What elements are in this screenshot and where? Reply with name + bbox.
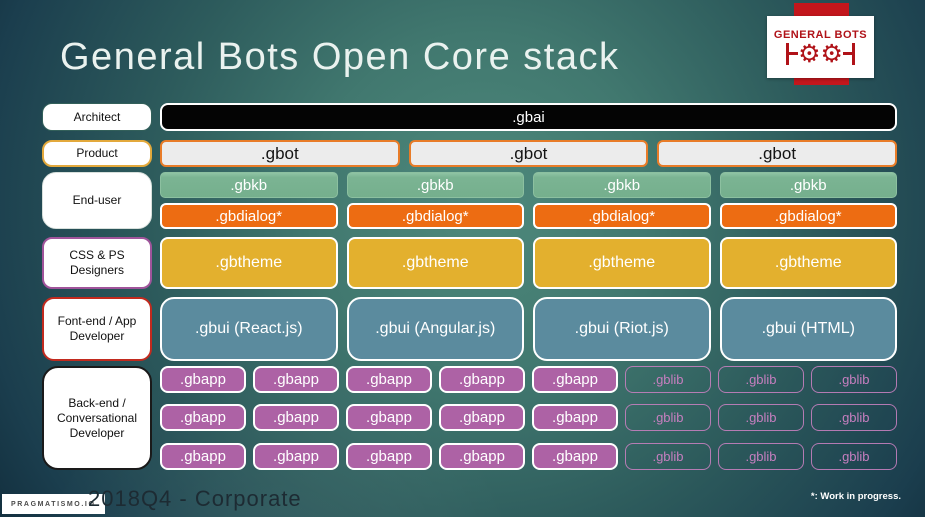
box-gbot: .gbot bbox=[408, 140, 649, 167]
box-gbapp: .gbapp bbox=[253, 404, 339, 431]
logo-line-left bbox=[789, 52, 799, 55]
row-architect: Architect .gbai bbox=[42, 103, 897, 131]
box-gblib: .gblib bbox=[811, 366, 897, 393]
row-product: Product .gbot .gbot .gbot bbox=[42, 140, 897, 167]
pragmatismo-wordmark: PRAGMATISMO.IO bbox=[11, 500, 96, 508]
box-gbot: .gbot bbox=[160, 140, 400, 167]
gear-icon: ⚙ bbox=[798, 39, 821, 68]
label-architect: Architect bbox=[42, 103, 152, 131]
box-gbdialog: .gbdialog* bbox=[160, 203, 338, 229]
box-gbapp: .gbapp bbox=[346, 404, 432, 431]
box-gbtheme: .gbtheme bbox=[160, 237, 338, 289]
label-end-user: End-user bbox=[42, 172, 152, 229]
row-backend: Back-end / Conversational Developer .gba… bbox=[42, 366, 897, 470]
box-gbdialog: .gbdialog* bbox=[533, 203, 711, 229]
box-gbapp: .gbapp bbox=[346, 443, 432, 470]
page-title: General Bots Open Core stack bbox=[60, 36, 620, 78]
box-gbapp: .gbapp bbox=[160, 404, 246, 431]
box-gbapp: .gbapp bbox=[160, 443, 246, 470]
box-gbapp: .gbapp bbox=[439, 404, 525, 431]
box-gbai: .gbai bbox=[160, 103, 897, 131]
box-gbapp: .gbapp bbox=[253, 366, 339, 393]
box-gblib: .gblib bbox=[811, 404, 897, 431]
stack-diagram: Architect .gbai Product .gbot .gbot .gbo… bbox=[42, 103, 897, 470]
box-gblib: .gblib bbox=[625, 404, 711, 431]
box-gblib: .gblib bbox=[811, 443, 897, 470]
box-gbui-angular: .gbui (Angular.js) bbox=[346, 297, 524, 361]
gear-icon: ⚙ bbox=[820, 39, 843, 68]
box-gbkb: .gbkb bbox=[719, 172, 897, 198]
box-gblib: .gblib bbox=[625, 366, 711, 393]
box-gbdialog: .gbdialog* bbox=[719, 203, 897, 229]
box-gbapp: .gbapp bbox=[439, 443, 525, 470]
gears-icon: ⚙ ⚙ bbox=[786, 39, 855, 68]
box-gbui-react: .gbui (React.js) bbox=[160, 297, 338, 361]
box-gbapp: .gbapp bbox=[532, 443, 618, 470]
box-gbapp: .gbapp bbox=[253, 443, 339, 470]
label-product: Product bbox=[42, 140, 152, 167]
label-designers: CSS & PS Designers bbox=[42, 237, 152, 289]
box-gbapp: .gbapp bbox=[346, 366, 432, 393]
label-frontend: Font-end / App Developer bbox=[42, 297, 152, 361]
box-gbtheme: .gbtheme bbox=[719, 237, 897, 289]
box-gbdialog: .gbdialog* bbox=[346, 203, 524, 229]
logo-wordmark: GENERAL BOTS bbox=[773, 28, 868, 41]
row-designers: CSS & PS Designers .gbtheme .gbtheme .gb… bbox=[42, 237, 897, 289]
footer-version-text: 2018Q4 - Corporate bbox=[88, 486, 302, 511]
box-gbtheme: .gbtheme bbox=[533, 237, 711, 289]
slide-canvas: General Bots Open Core stack GENERAL BOT… bbox=[0, 0, 927, 517]
box-gbapp: .gbapp bbox=[532, 366, 618, 393]
general-bots-logo: GENERAL BOTS ⚙ ⚙ bbox=[767, 16, 874, 78]
box-gbui-html: .gbui (HTML) bbox=[719, 297, 897, 361]
box-gbtheme: .gbtheme bbox=[346, 237, 524, 289]
box-gblib: .gblib bbox=[718, 404, 804, 431]
row-end-user: End-user .gbkb .gbkb .gbkb .gbkb .gbdial… bbox=[42, 172, 897, 229]
logo-line-right bbox=[842, 52, 852, 55]
box-gblib: .gblib bbox=[718, 443, 804, 470]
box-gbapp: .gbapp bbox=[160, 366, 246, 393]
label-backend: Back-end / Conversational Developer bbox=[42, 366, 152, 470]
box-gblib: .gblib bbox=[625, 443, 711, 470]
box-gbapp: .gbapp bbox=[532, 404, 618, 431]
work-in-progress-note: *: Work in progress. bbox=[810, 491, 901, 502]
logo-bar-right bbox=[851, 42, 855, 65]
box-gbapp: .gbapp bbox=[439, 366, 525, 393]
box-gbkb: .gbkb bbox=[346, 172, 524, 198]
box-gbkb: .gbkb bbox=[533, 172, 711, 198]
box-gbot: .gbot bbox=[657, 140, 897, 167]
row-frontend: Font-end / App Developer .gbui (React.js… bbox=[42, 297, 897, 361]
box-gbkb: .gbkb bbox=[160, 172, 338, 198]
box-gbui-riot: .gbui (Riot.js) bbox=[533, 297, 711, 361]
box-gblib: .gblib bbox=[718, 366, 804, 393]
